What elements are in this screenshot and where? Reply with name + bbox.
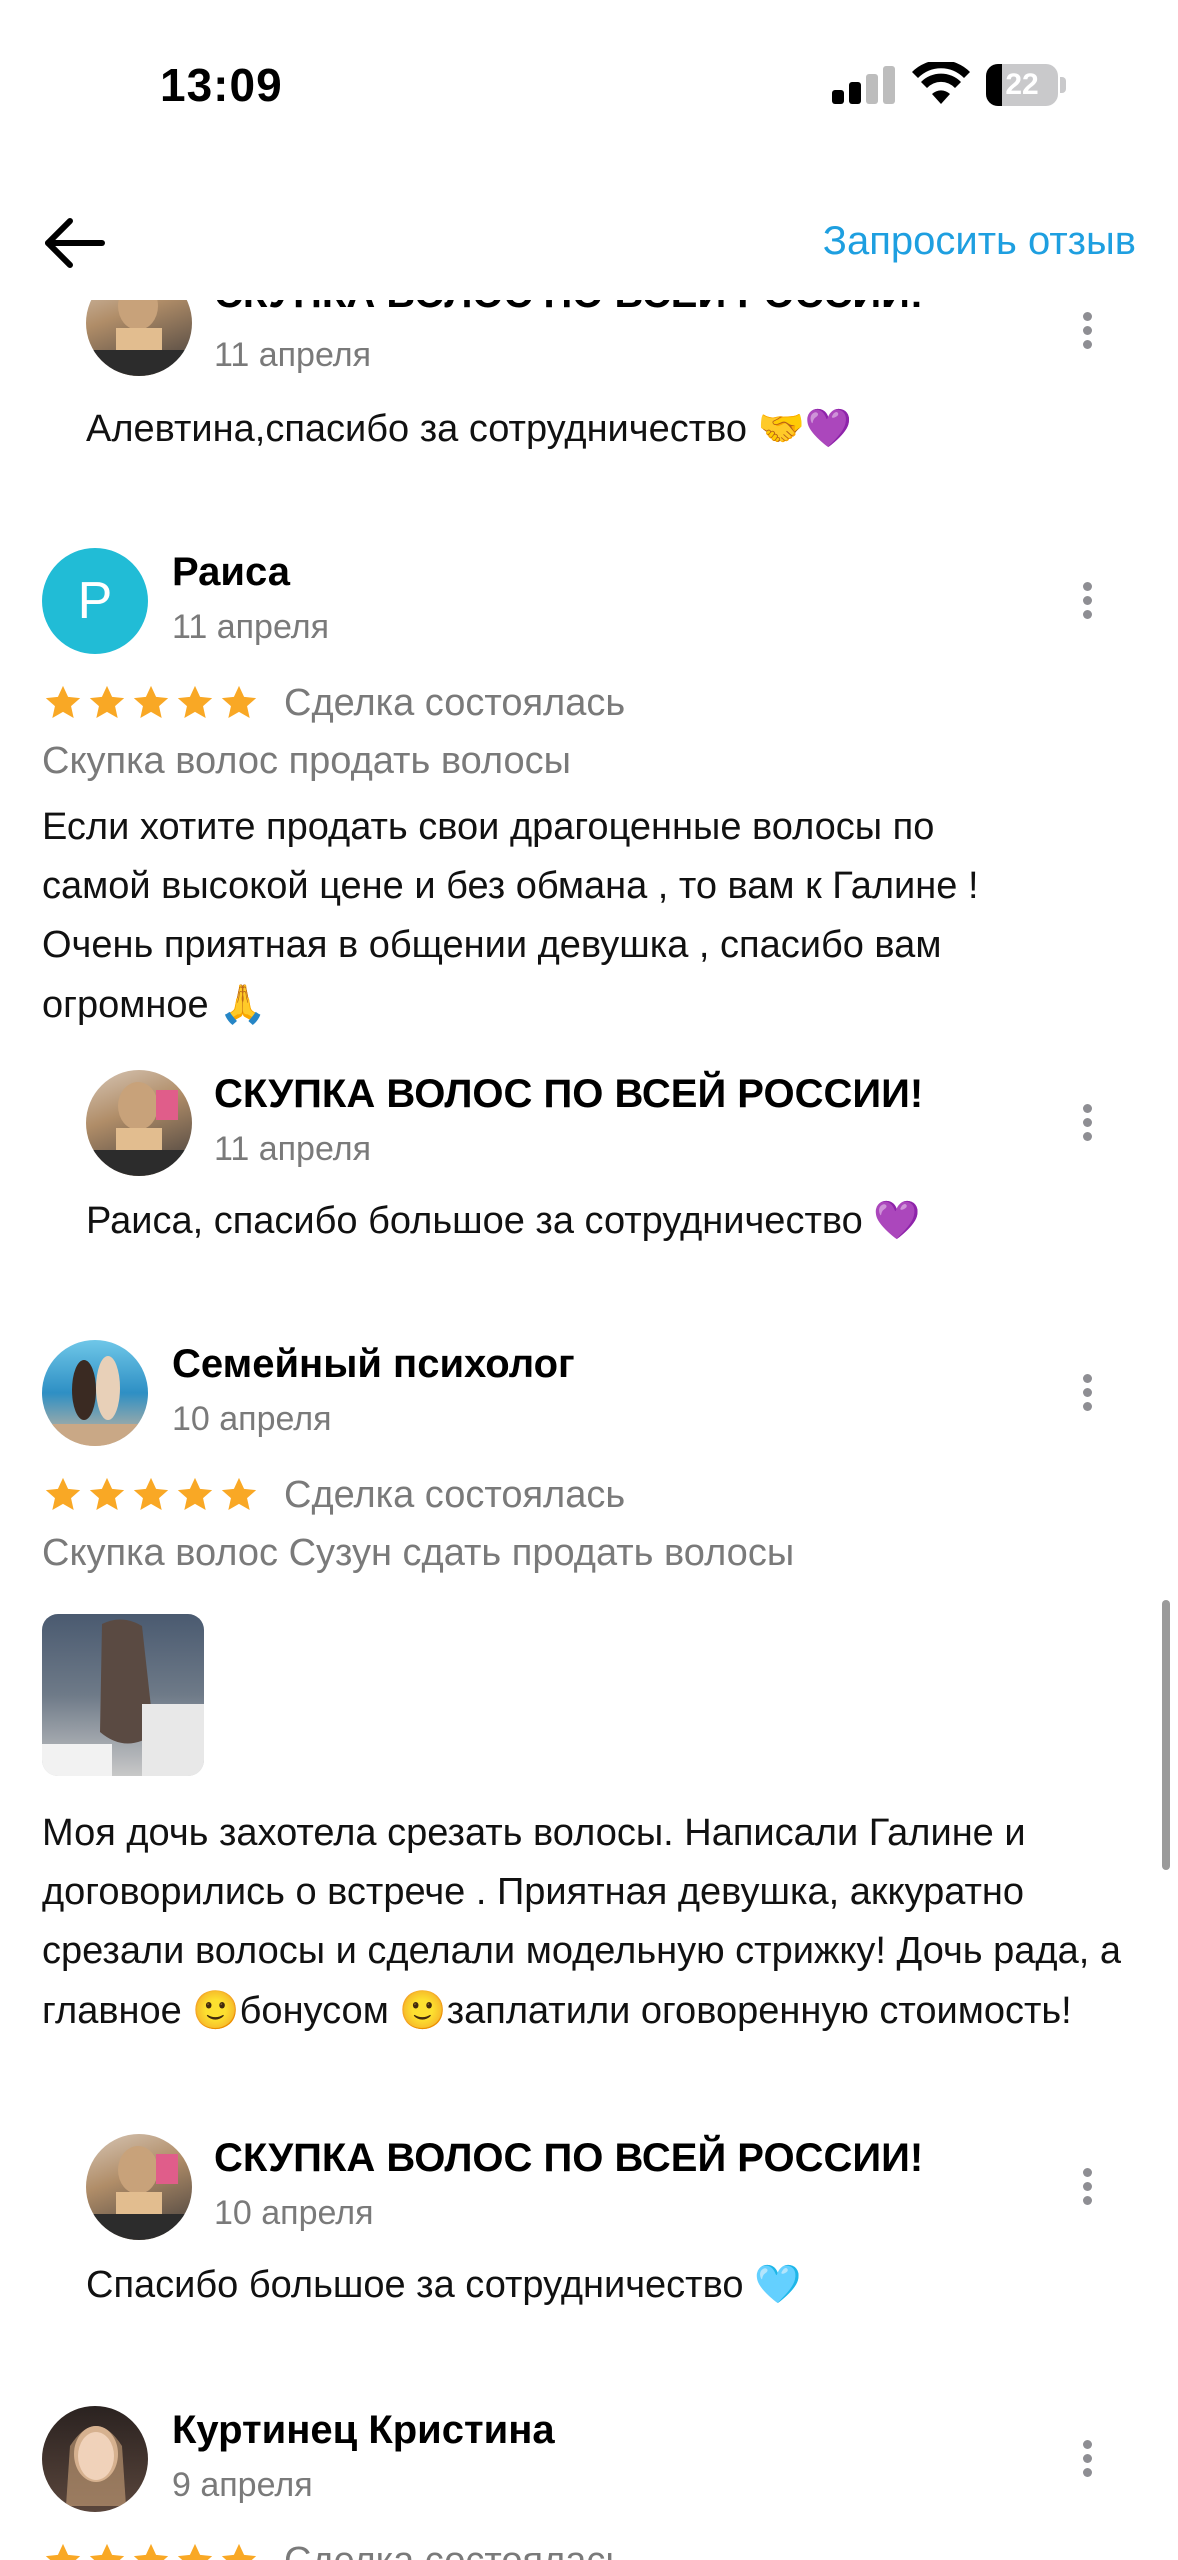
rating-stars xyxy=(42,1474,260,1516)
battery-icon: 22 xyxy=(986,64,1066,106)
star-icon xyxy=(177,2543,213,2560)
reply-text: Алевтина,спасибо за сотрудничество 🤝💜 xyxy=(86,406,853,450)
seller-avatar[interactable] xyxy=(86,1070,192,1176)
reply-text: Спасибо большое за сотрудничество 🩵 xyxy=(86,2262,802,2306)
review-subject: Скупка волос продать волосы xyxy=(42,740,571,782)
request-review-link[interactable]: Запросить отзыв xyxy=(823,219,1136,264)
review-author: Семейный психолог xyxy=(172,1342,575,1386)
praying-hands-emoji: 🙏 xyxy=(219,982,267,1026)
review-text: Моя дочь захотела срезать волосы. Написа… xyxy=(42,1804,1142,2041)
star-icon xyxy=(177,1477,213,1511)
more-options-icon[interactable] xyxy=(1075,2436,1099,2480)
purple-heart-emoji: 💜 xyxy=(873,1198,921,1242)
star-icon xyxy=(177,685,213,719)
deal-status: Сделка состоялась xyxy=(284,1474,626,1516)
star-icon xyxy=(45,685,81,719)
smiling-face-emoji: 🙂 xyxy=(192,1988,240,2032)
reply-text: Раиса, спасибо большое за сотрудничество… xyxy=(86,1198,921,1242)
status-bar: 13:09 22 xyxy=(0,0,1178,175)
avatar[interactable]: Р xyxy=(42,548,148,654)
seller-avatar[interactable] xyxy=(86,300,192,376)
review-author: Куртинец Кристина xyxy=(172,2408,555,2452)
review-date: 9 апреля xyxy=(172,2466,313,2504)
avatar[interactable] xyxy=(42,1340,148,1446)
review-author: Раиса xyxy=(172,550,290,594)
star-icon xyxy=(89,685,125,719)
reply-author: СКУПКА ВОЛОС ПО ВСЕЙ РОССИИ! xyxy=(214,1072,924,1116)
handshake-heart-emoji: 🤝💜 xyxy=(757,406,853,450)
rating-stars xyxy=(42,2540,260,2560)
smiling-face-emoji: 🙂 xyxy=(399,1988,447,2032)
star-icon xyxy=(45,1477,81,1511)
wifi-icon xyxy=(912,62,970,104)
reviews-list: СКУПКА ВОЛОС ПО ВСЕЙ РОССИИ! 11 апреля А… xyxy=(0,300,1178,2560)
star-icon xyxy=(45,2543,81,2560)
review-text: Если хотите продать свои драгоценные вол… xyxy=(42,798,1042,1035)
more-options-icon[interactable] xyxy=(1075,578,1099,622)
reply-author: СКУПКА ВОЛОС ПО ВСЕЙ РОССИИ! xyxy=(214,2136,924,2180)
review-subject: Скупка волос Сузун сдать продать волосы xyxy=(42,1532,795,1574)
seller-avatar[interactable] xyxy=(86,2134,192,2240)
battery-level: 22 xyxy=(1005,68,1039,101)
reply-date: 11 апреля xyxy=(214,1130,372,1168)
star-icon xyxy=(89,2543,125,2560)
deal-status: Сделка состоялась xyxy=(284,682,626,724)
star-icon xyxy=(221,1477,257,1511)
more-options-icon[interactable] xyxy=(1075,1370,1099,1414)
light-blue-heart-emoji: 🩵 xyxy=(754,2262,802,2306)
status-time: 13:09 xyxy=(160,59,283,111)
more-options-icon[interactable] xyxy=(1075,2164,1099,2208)
star-icon xyxy=(221,685,257,719)
star-icon xyxy=(89,1477,125,1511)
star-icon xyxy=(133,2543,169,2560)
more-options-icon[interactable] xyxy=(1075,1100,1099,1144)
star-icon xyxy=(221,2543,257,2560)
review-date: 10 апреля xyxy=(172,1400,332,1438)
more-options-icon[interactable] xyxy=(1075,308,1099,352)
avatar[interactable] xyxy=(42,2406,148,2512)
navigation-bar: Запросить отзыв xyxy=(0,175,1178,305)
reply-author: СКУПКА ВОЛОС ПО ВСЕЙ РОССИИ! xyxy=(214,300,923,317)
star-icon xyxy=(133,1477,169,1511)
star-icon xyxy=(133,685,169,719)
deal-status: Сделка состоялась xyxy=(284,2540,625,2560)
scrollbar[interactable] xyxy=(1162,1600,1170,1870)
rating-stars xyxy=(42,682,260,724)
reply-date: 10 апреля xyxy=(214,2194,374,2232)
back-arrow-icon[interactable] xyxy=(40,213,110,273)
reply-date: 11 апреля xyxy=(214,336,372,374)
review-date: 11 апреля xyxy=(172,608,330,646)
review-photo[interactable] xyxy=(42,1614,204,1776)
cellular-signal-icon xyxy=(832,64,896,104)
